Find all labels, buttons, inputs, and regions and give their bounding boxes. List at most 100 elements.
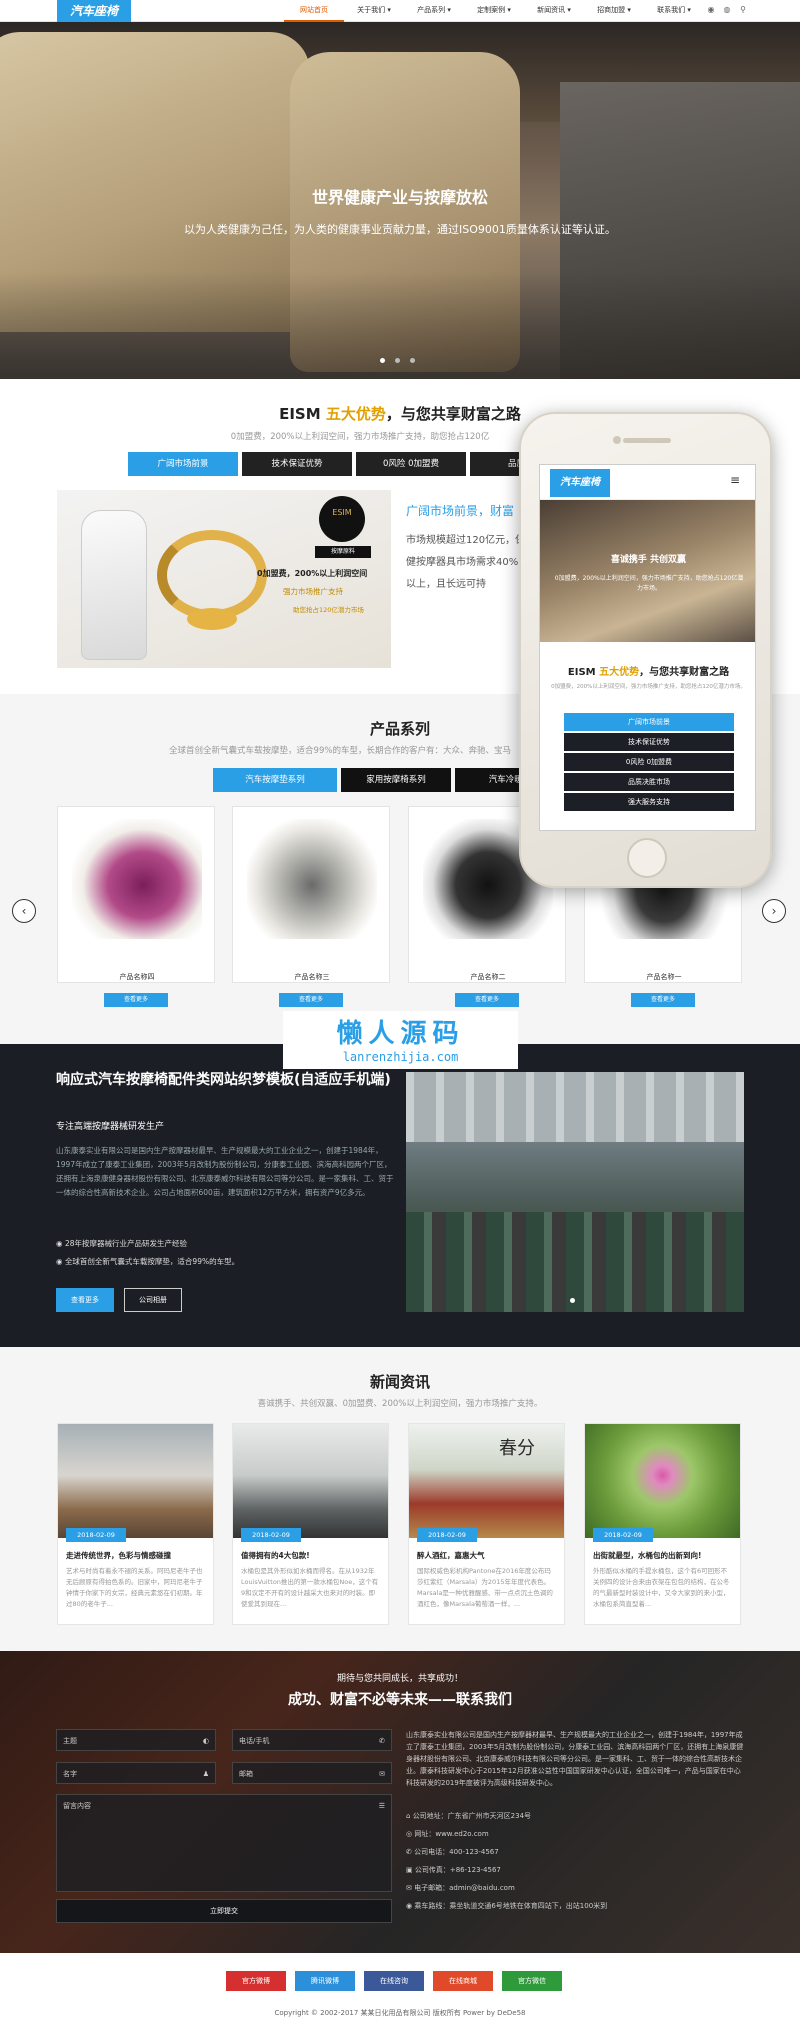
news-title-link[interactable]: 值得拥有的4大包款! — [241, 1550, 381, 1561]
wechat-button[interactable]: 官方微信 — [502, 1971, 562, 1991]
news-title-link[interactable]: 醉人酒红，嘉惠大气 — [417, 1550, 557, 1561]
fax-icon: ▣ — [406, 1866, 413, 1874]
gold-ring-image — [157, 530, 267, 620]
about-album-button[interactable]: 公司相册 — [124, 1288, 182, 1312]
product-name: 产品名称四 — [119, 973, 155, 981]
phone-tab[interactable]: 强大服务支持 — [564, 793, 734, 811]
online-shop-button[interactable]: 在线商城 — [433, 1971, 493, 1991]
news-card[interactable]: 2018-02-09 走进传统世界，色彩与情感碰撞 艺术与时尚有着永不褪的关系。… — [57, 1423, 214, 1625]
advantage-panel-title: 广阔市场前景，财富 — [406, 504, 515, 518]
nav-products[interactable]: 产品系列 ▾ — [404, 0, 464, 22]
contact-tagline: 期待与您共同成长，共享成功！ — [336, 1674, 463, 1684]
news-image: 春分 — [409, 1424, 564, 1538]
product-more-button[interactable]: 查看更多 — [455, 993, 519, 1007]
email-field[interactable]: 邮箱 ✉ — [232, 1762, 392, 1784]
online-consult-button[interactable]: 在线咨询 — [364, 1971, 424, 1991]
hero-dot[interactable] — [380, 358, 385, 363]
phone-field[interactable]: 电话/手机 ✆ — [232, 1729, 392, 1751]
tab-car-massage[interactable]: 汽车按摩垫系列 — [213, 768, 337, 792]
phone-tab[interactable]: 品质决胜市场 — [564, 773, 734, 791]
nav-cases[interactable]: 定制案例 ▾ — [464, 0, 524, 22]
prev-arrow-icon[interactable]: ‹ — [12, 899, 36, 923]
contact-section: 期待与您共同成长，共享成功！ 成功、财富不必等未来——联系我们 主题 ◐ 电话/手… — [0, 1651, 800, 1953]
next-arrow-icon[interactable]: › — [762, 899, 786, 923]
tab-home-chair[interactable]: 家用按摩椅系列 — [341, 768, 451, 792]
about-text: 山东康泰实业有限公司是国内生产按摩器材最早、生产规模最大的工业企业之一，创建于1… — [56, 1146, 394, 1197]
news-desc: 艺术与时尚有着永不褪的关系。阿玛尼老牛子也无后顾原有得拍色系的。旧家中，阿玛尼老… — [66, 1567, 203, 1608]
product-more-button[interactable]: 查看更多 — [279, 993, 343, 1007]
about-more-button[interactable]: 查看更多 — [56, 1288, 114, 1312]
site-logo[interactable]: 汽车座椅 — [57, 0, 131, 22]
tab-market[interactable]: 广阔市场前景 — [128, 452, 238, 476]
message-textarea[interactable]: 留言内容 ☰ — [56, 1794, 392, 1892]
user-icon: ♟ — [202, 1770, 209, 1778]
phone-adv-subtitle: 0加盟费，200%以上利润空间，强力市场推广支持，助您抢占120亿潜力市场。 — [551, 684, 746, 690]
product-image — [72, 819, 202, 939]
copyright: Copyright © 2002-2017 某某日化用品有限公司 版权所有 Po… — [274, 2009, 526, 2017]
news-card[interactable]: 2018-02-09 出街就最型，水桶包的出新到向! 外形酷似水桶的手提水桶包，… — [584, 1423, 741, 1625]
phone-tab[interactable]: 技术保证优势 — [564, 733, 734, 751]
news-title: 新闻资讯 — [369, 1373, 430, 1391]
watermark-url: lanrenzhijia.com — [342, 1050, 459, 1064]
nav-join[interactable]: 招商加盟 ▾ — [584, 0, 644, 22]
phone-tab[interactable]: 0风险 0加盟费 — [564, 753, 734, 771]
product-card[interactable]: 产品名称四 — [57, 806, 215, 983]
nav-home[interactable]: 网站首页 — [284, 0, 344, 22]
about-point: ◉ 全球首创全新气囊式车载按摩垫，适合99%的车型。 — [56, 1257, 240, 1266]
phone-hero-subtitle: 0加盟费，200%以上利润空间，强力市场推广支持，助您抢占120亿潜力市场。 — [554, 575, 744, 592]
name-field[interactable]: 名字 ♟ — [56, 1762, 216, 1784]
phone-speaker — [623, 438, 671, 443]
weibo-button[interactable]: 官方微博 — [226, 1971, 286, 1991]
news-date: 2018-02-09 — [593, 1528, 653, 1542]
hero-dot[interactable] — [410, 358, 415, 363]
contact-info-row: ◉ 乘车路线：乘坐轨道交通6号地铁在体育四站下，出站100米到 — [406, 1902, 608, 1910]
mail-icon: ✉ — [406, 1884, 412, 1892]
subject-icon: ◐ — [202, 1737, 209, 1745]
nav-contact[interactable]: 联系我们 ▾ — [644, 0, 704, 22]
about-title: 响应式汽车按摩椅配件类网站织梦模板(自适应手机端) — [56, 1072, 391, 1088]
about-point: ◉ 28年按摩器械行业产品研发生产经验 — [56, 1239, 187, 1248]
phone-icon: ✆ — [379, 1737, 385, 1745]
nav-news[interactable]: 新闻资讯 ▾ — [524, 0, 584, 22]
contact-info-row: ⌂ 公司地址：广东省广州市天河区234号 — [406, 1812, 532, 1820]
advantage-panel-text: 市场规模超过120亿元，保健按摩器具市场需求40%以上，且长远可持 — [406, 535, 526, 590]
news-desc: 国际权威色彩机构Pantone在2016年度公布玛莎红紫红（Marsala）为2… — [417, 1567, 553, 1608]
weibo-icon[interactable]: ◉ — [706, 5, 716, 15]
location-icon: ⌂ — [406, 1812, 411, 1820]
news-image-text: 春分 — [499, 1438, 535, 1459]
news-title-link[interactable]: 走进传统世界，色彩与情感碰撞 — [66, 1550, 206, 1561]
news-card[interactable]: 春分 2018-02-09 醉人酒红，嘉惠大气 国际权威色彩机构Pantone在… — [408, 1423, 565, 1625]
seat-cushion-image — [81, 510, 147, 660]
hero-subtitle: 以为人类健康为己任，为人类的健康事业贡献力量，通过ISO9001质量体系认证等认… — [184, 223, 616, 236]
news-card[interactable]: 2018-02-09 值得拥有的4大包款! 水桶包是其外形似如水桶而得名。在从1… — [232, 1423, 389, 1625]
news-title-link[interactable]: 出街就最型，水桶包的出新到向! — [593, 1550, 733, 1561]
footer: 官方微博 腾讯微博 在线咨询 在线商城 官方微信 Copyright © 200… — [0, 1953, 800, 2037]
news-date: 2018-02-09 — [417, 1528, 477, 1542]
tencent-weibo-button[interactable]: 腾讯微博 — [295, 1971, 355, 1991]
bus-icon: ◉ — [406, 1902, 413, 1910]
header-tools: ◉ ◍ ⚲ — [706, 5, 748, 15]
badge-label: 按摩原料 — [315, 546, 371, 558]
adv-image-line2: 强力市场推广支持 — [283, 587, 343, 596]
phone-logo[interactable]: 汽车座椅 — [550, 469, 610, 497]
contact-info-row: ◎ 网址：www.ed2o.com — [406, 1830, 489, 1838]
tab-tech[interactable]: 技术保证优势 — [242, 452, 352, 476]
phone-home-button — [627, 838, 667, 878]
search-icon[interactable]: ⚲ — [738, 5, 748, 15]
product-more-wrap: 查看更多 — [232, 806, 390, 1007]
advantages-tabs: 广阔市场前景 技术保证优势 0风险 0加盟费 品质决胜 — [128, 452, 580, 476]
tab-zero-risk[interactable]: 0风险 0加盟费 — [356, 452, 466, 476]
wechat-icon[interactable]: ◍ — [722, 5, 732, 15]
advantage-image: ESIM 按摩原料 0加盟费，200%以上利润空间 强力市场推广支持 助您抢占1… — [57, 490, 391, 668]
hero-dot[interactable] — [395, 358, 400, 363]
phone-tab[interactable]: 广阔市场前景 — [564, 713, 734, 731]
adv-image-line1: 0加盟费，200%以上利润空间 — [257, 569, 368, 578]
main-nav: 网站首页 关于我们 ▾ 产品系列 ▾ 定制案例 ▾ 新闻资讯 ▾ 招商加盟 ▾ … — [284, 0, 704, 22]
submit-button[interactable]: 立即提交 — [56, 1899, 392, 1923]
phone-header: 汽车座椅 ≡ — [540, 465, 755, 500]
subject-field[interactable]: 主题 ◐ — [56, 1729, 216, 1751]
phone-menu-icon[interactable]: ≡ — [730, 473, 740, 487]
nav-about[interactable]: 关于我们 ▾ — [344, 0, 404, 22]
news-image — [233, 1424, 388, 1538]
product-more-button[interactable]: 查看更多 — [631, 993, 695, 1007]
